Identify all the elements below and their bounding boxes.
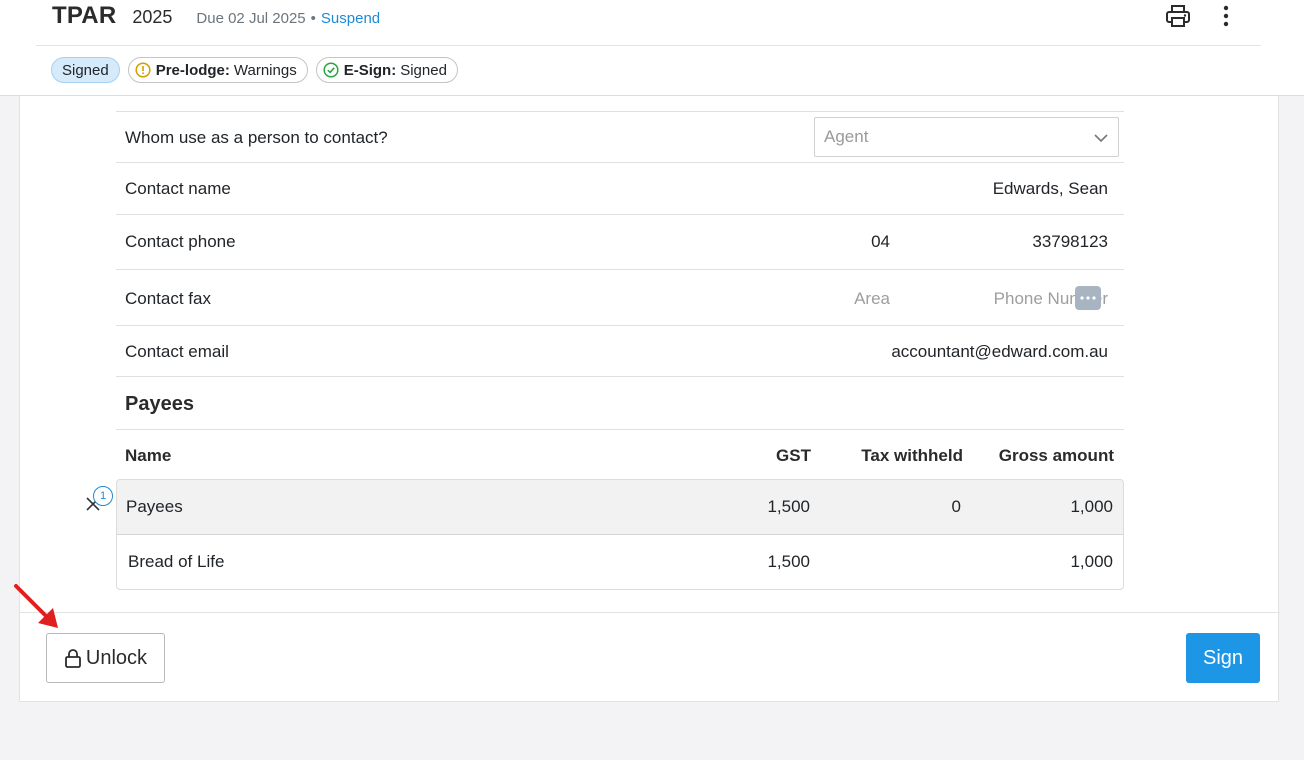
signed-badge-label: Signed [62, 61, 109, 79]
contact-person-row: Whom use as a person to contact? Agent [116, 112, 1124, 163]
signed-badge: Signed [51, 57, 120, 83]
contact-fax-row: Contact fax Area Phone Number [116, 270, 1124, 326]
group-name: Payees [126, 497, 183, 516]
page-header: TPAR 2025 Due 02 Jul 2025 • Suspend Sign… [0, 0, 1304, 96]
sign-button[interactable]: Sign [1186, 633, 1260, 683]
unlock-button[interactable]: Unlock [46, 633, 165, 683]
contact-person-label: Whom use as a person to contact? [125, 128, 388, 147]
sign-label: Sign [1202, 646, 1244, 669]
contact-email-label: Contact email [125, 342, 229, 361]
payees-table: Payees 1,500 0 1,000 Bread of Life 1,500… [116, 479, 1124, 590]
clipped-row [116, 96, 1124, 112]
esign-label: E-Sign: [343, 61, 397, 79]
header-divider [36, 45, 1261, 46]
chevron-down-icon [1092, 129, 1110, 152]
column-gst: GST [776, 446, 811, 465]
form-card: Whom use as a person to contact? Agent C… [19, 96, 1280, 702]
payees-table-header: Name GST Tax withheld Gross amount [116, 430, 1124, 480]
fax-area-input[interactable]: Area [854, 289, 890, 309]
contact-fax-label: Contact fax [125, 289, 211, 308]
year-label: 2025 [132, 7, 173, 27]
column-tax-withheld: Tax withheld [861, 446, 963, 465]
status-badges: Signed Pre-lodge: Warnings E-Sign: Signe… [51, 57, 458, 83]
unlock-label: Unlock [85, 646, 148, 669]
ellipsis-icon[interactable] [1075, 286, 1101, 310]
warning-icon [135, 62, 151, 78]
due-date: Due 02 Jul 2025 [196, 10, 306, 27]
contact-name-label: Contact name [125, 179, 231, 198]
prelodge-value: Warnings [233, 61, 297, 79]
payee-gst: 1,500 [767, 552, 810, 571]
column-gross-amount: Gross amount [998, 446, 1114, 465]
contact-name-value[interactable]: Edwards, Sean [993, 179, 1108, 199]
contact-person-select[interactable]: Agent [814, 117, 1119, 157]
payee-name: Bread of Life [128, 552, 225, 571]
payees-section-header: Payees [116, 377, 1124, 430]
esign-value: Signed [400, 61, 447, 79]
title-row: TPAR 2025 Due 02 Jul 2025 • Suspend [52, 0, 380, 32]
footer-divider [20, 612, 1280, 613]
contact-phone-label: Contact phone [125, 232, 236, 251]
prelodge-badge[interactable]: Pre-lodge: Warnings [127, 57, 308, 83]
column-name: Name [125, 446, 172, 465]
contact-person-value: Agent [824, 127, 869, 146]
check-circle-icon [323, 62, 339, 78]
payee-group-row[interactable]: Payees 1,500 0 1,000 [117, 480, 1123, 535]
contact-name-row: Contact name Edwards, Sean [116, 163, 1124, 215]
group-tax: 0 [951, 497, 961, 516]
phone-number-value[interactable]: 33798123 [1032, 232, 1108, 252]
esign-badge[interactable]: E-Sign: Signed [315, 57, 458, 83]
group-gst: 1,500 [767, 497, 810, 516]
payee-gross: 1,000 [1070, 552, 1113, 571]
vertical-dots-icon[interactable] [1212, 2, 1240, 30]
table-row[interactable]: Bread of Life 1,500 1,000 [117, 535, 1123, 589]
phone-area-value[interactable]: 04 [871, 232, 890, 252]
suspend-link[interactable]: Suspend [321, 10, 380, 27]
annotation-arrow-icon [12, 582, 64, 639]
payees-section-title: Payees [125, 393, 194, 415]
contact-email-row: Contact email accountant@edward.com.au [116, 326, 1124, 377]
printer-icon[interactable] [1164, 2, 1192, 30]
group-gross: 1,000 [1070, 497, 1113, 516]
page-title: TPAR [52, 2, 117, 29]
form-content: Whom use as a person to contact? Agent C… [116, 96, 1124, 590]
contact-phone-row: Contact phone 04 33798123 [116, 215, 1124, 270]
separator-dot: • [310, 10, 316, 27]
prelodge-label: Pre-lodge: [155, 61, 230, 79]
contact-email-value[interactable]: accountant@edward.com.au [891, 342, 1108, 362]
lock-icon [64, 648, 82, 668]
group-count-badge: 1 [93, 486, 113, 506]
